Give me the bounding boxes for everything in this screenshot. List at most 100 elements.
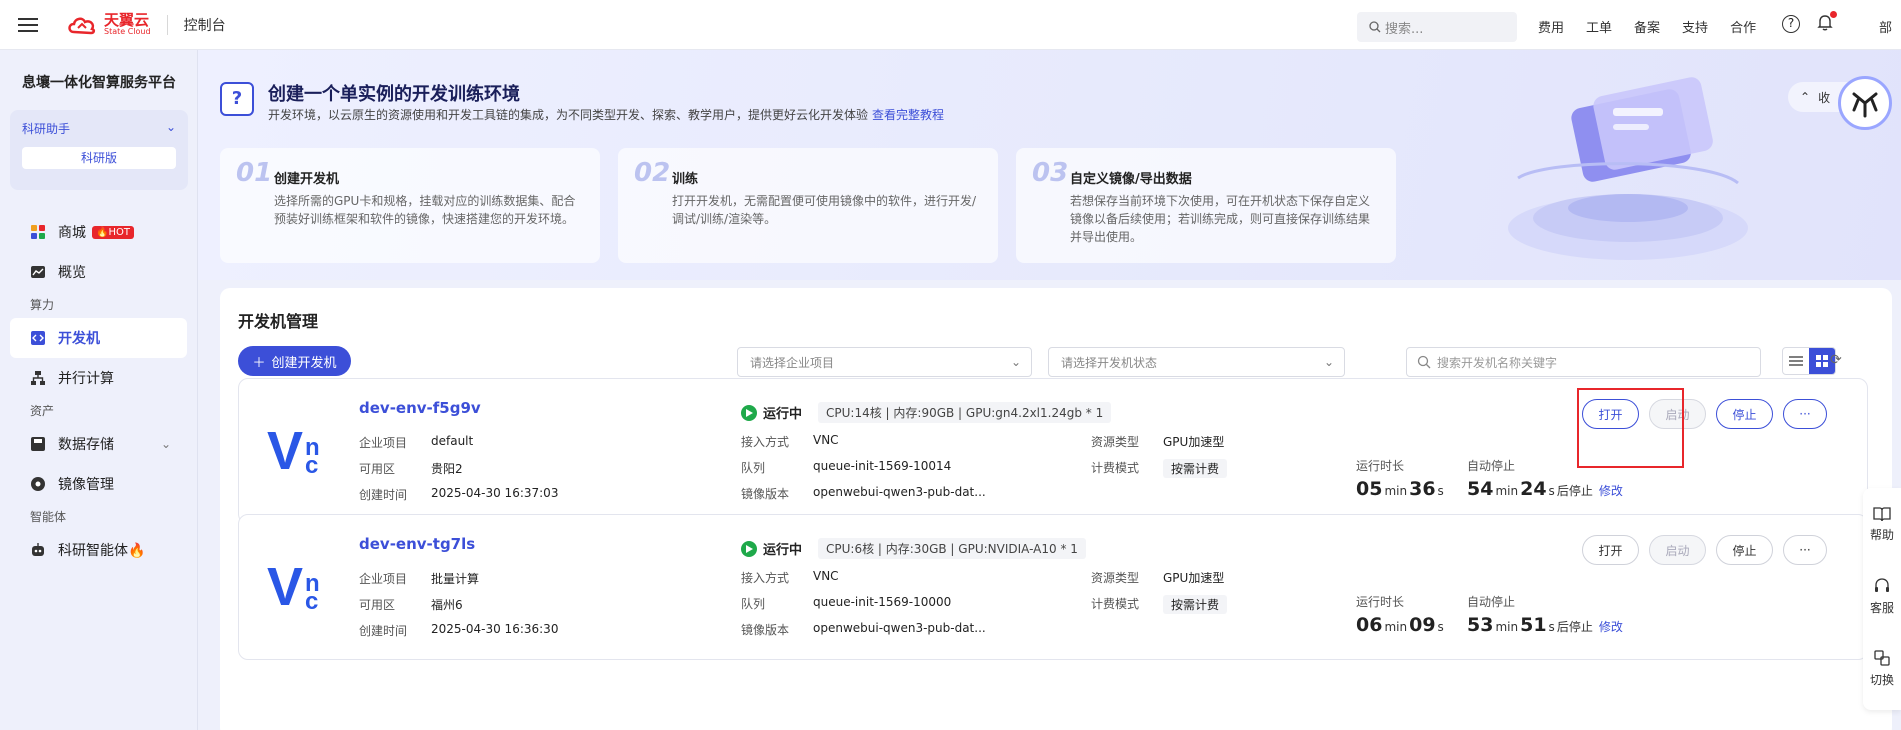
devmachine-card: Vnc dev-env-tg7ls 企业项目 批量计算 可用区 福州6 创建时间 20… [238,514,1868,660]
top-link-cooperation[interactable]: 合作 [1730,17,1756,36]
sidebar-item-agent[interactable]: 科研智能体🔥 [10,530,187,570]
top-search-input[interactable]: 搜索... [1357,12,1517,42]
sidebar-item-label: 科研智能体🔥 [58,543,146,559]
hero-banner: ? 创建一个单实例的开发训练环境 开发环境，以云原生的资源使用和开发工具链的集成… [198,50,1901,280]
ai-assistant-avatar[interactable] [1838,76,1892,130]
chevron-down-icon: ⌄ [165,120,176,134]
step-card: 01 创建开发机 选择所需的GPU卡和规格，挂载对应的训练数据集、配合预装好训练… [220,148,600,263]
disc-icon [30,476,46,492]
dock-service[interactable]: 客服 [1863,560,1901,632]
view-toggle [1782,347,1836,375]
create-devmachine-button[interactable]: ＋ 创建开发机 [238,346,351,376]
chevron-down-icon: ⌄ [1323,355,1334,369]
open-button[interactable]: 打开 [1582,535,1639,565]
top-link-tickets[interactable]: 工单 [1586,17,1612,36]
sidebar-item-label: 镜像管理 [58,477,114,493]
kv-billing: 计费模式 按需计费 [1091,595,1228,614]
help-icon[interactable]: ? [1782,15,1800,33]
stop-button[interactable]: 停止 [1716,399,1773,429]
panel-title: 开发机管理 [238,312,319,331]
chevron-down-icon: ⌄ [1010,355,1021,369]
stop-button[interactable]: 停止 [1716,535,1773,565]
refresh-icon[interactable]: ⟳ [1830,352,1842,368]
top-link-filing[interactable]: 备案 [1634,17,1660,36]
user-menu[interactable]: 部 [1879,17,1892,36]
kv-zone: 可用区 贵阳2 [359,462,463,476]
nav-group-assets: 资产 [30,404,55,418]
autostop: 自动停止 54 min 24 s 后停止 修改 [1467,459,1623,500]
spec-badge: CPU:6核 | 内存:30GB | GPU:NVIDIA-A10 * 1 [818,538,1086,559]
dock-help[interactable]: 帮助 [1863,488,1901,560]
brand-name: 天翼云 [104,11,150,29]
step-number: 03 [1032,158,1069,188]
headset-icon [1875,577,1889,592]
status-select-placeholder: 请选择开发机状态 [1061,355,1158,370]
devmachine-search-input[interactable]: 搜索开发机名称关键字 [1406,347,1761,377]
top-search-placeholder: 搜索... [1385,21,1424,37]
more-button[interactable]: ··· [1783,535,1827,565]
dock-switch[interactable]: 切换 [1863,632,1901,704]
start-button[interactable]: 启动 [1649,399,1706,429]
vnc-logo-icon: Vnc [267,421,320,481]
kv-project: 企业项目 批量计算 [359,572,480,586]
question-icon: ? [220,82,254,116]
play-icon [741,540,757,557]
tutorial-link[interactable]: 查看完整教程 [872,108,944,122]
chart-icon [30,264,46,280]
hot-badge: 🔥HOT [92,225,134,239]
hero-illustration [1508,77,1748,260]
kv-res-type: 资源类型 GPU加速型 [1091,435,1225,449]
step-number: 02 [634,158,671,188]
sidebar-item-overview[interactable]: 概览 [10,252,187,292]
kv-billing: 计费模式 按需计费 [1091,459,1228,478]
steps: 01 创建开发机 选择所需的GPU卡和规格，挂载对应的训练数据集、配合预装好训练… [220,148,1396,263]
step-number: 01 [236,158,273,188]
sidebar-item-images[interactable]: 镜像管理 [10,464,187,504]
logo[interactable]: 天翼云 State Cloud [66,13,151,36]
status-select[interactable]: 请选择开发机状态 ⌄ [1048,347,1345,377]
status-label: 运行中 [763,407,803,422]
top-link-support[interactable]: 支持 [1682,17,1708,36]
menu-icon[interactable] [18,17,38,32]
storage-icon [30,436,46,452]
robot-icon [30,542,46,558]
devmachine-name[interactable]: dev-env-f5g9v [359,399,481,417]
step-desc: 若想保存当前环境下次使用，可在开机状态下保存自定义镜像以备后续使用；若训练完成，… [1070,194,1371,244]
card-actions: 打开 启动 停止 ··· [1582,535,1827,565]
nav-group-agent: 智能体 [30,510,67,524]
open-button[interactable]: 打开 [1582,399,1639,429]
start-button[interactable]: 启动 [1649,535,1706,565]
top-link-fees[interactable]: 费用 [1538,17,1564,36]
card-actions: 打开 启动 停止 ··· [1582,399,1827,429]
devmachine-card: Vnc dev-env-f5g9v 企业项目 default 可用区 贵阳2 创建时… [238,378,1868,524]
modify-link[interactable]: 修改 [1599,618,1623,635]
assistant-box[interactable]: 科研助手 ⌄ 科研版 [10,110,188,190]
hierarchy-icon [30,370,46,386]
list-view-icon[interactable] [1783,348,1809,374]
devmachine-name[interactable]: dev-env-tg7ls [359,535,475,553]
hero-desc-text: 开发环境，以云原生的资源使用和开发工具链的集成，为不同类型开发、探索、教学用户，… [268,108,869,122]
runtime: 运行时长 05 min 36 s [1356,459,1444,500]
main-content: ? 创建一个单实例的开发训练环境 开发环境，以云原生的资源使用和开发工具链的集成… [198,50,1901,730]
spec-badge: CPU:14核 | 内存:90GB | GPU:gn4.2xl1.24gb * … [818,402,1112,423]
project-select[interactable]: 请选择企业项目 ⌄ [737,347,1032,377]
edition-badge: 科研版 [22,147,176,169]
divider [166,14,168,35]
hero-desc: 开发环境，以云原生的资源使用和开发工具链的集成，为不同类型开发、探索、教学用户，… [268,106,944,123]
kv-res-type: 资源类型 GPU加速型 [1091,571,1225,585]
devmachine-panel: 开发机管理 ＋ 创建开发机 请选择企业项目 ⌄ 请选择开发机状态 ⌄ 搜索开发机名… [220,288,1892,730]
runtime: 运行时长 06 min 09 s [1356,595,1444,636]
console-link[interactable]: 控制台 [184,15,226,35]
plus-icon: ＋ [252,355,266,371]
sidebar-item-parallel[interactable]: 并行计算 [10,358,187,398]
sidebar-item-storage[interactable]: 数据存储 ⌄ [10,424,187,464]
modify-link[interactable]: 修改 [1599,482,1623,499]
sidebar-item-label: 商城 [58,225,86,241]
bell-icon[interactable] [1816,11,1837,35]
step-desc: 打开开发机，无需配置便可使用镜像中的软件，进行开发/调试/训练/渲染等。 [672,194,977,226]
vnc-logo-icon: Vnc [267,557,320,617]
top-links: 费用 工单 备案 支持 合作 [1538,17,1756,36]
sidebar-item-mall[interactable]: 商城 🔥HOT [10,212,187,252]
sidebar-item-devmachine[interactable]: 开发机 [10,318,187,358]
more-button[interactable]: ··· [1783,399,1827,429]
